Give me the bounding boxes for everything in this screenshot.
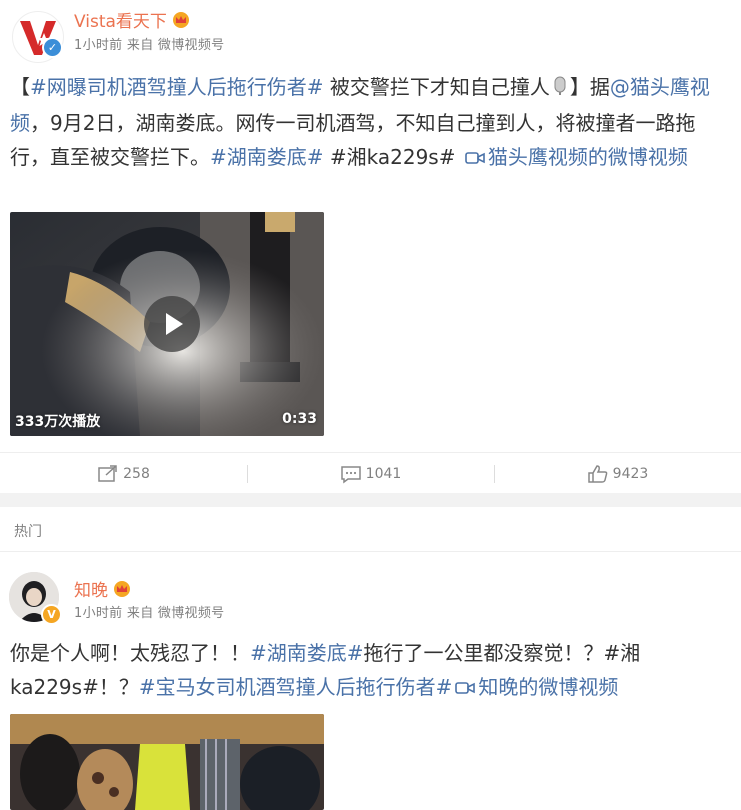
action-bar: 258 1041 9423 <box>0 452 741 494</box>
thumbs-up-icon <box>587 464 608 483</box>
comment-icon <box>340 465 361 483</box>
post-author-name[interactable]: Vista看天下 <box>74 7 191 33</box>
video-thumbnail[interactable]: 333万次播放 0:33 <box>10 212 324 436</box>
post-text: 【#网曝司机酒驾撞人后拖行伤者# 被交警拦下才知自己撞人 】据@猫头鹰视频，9月2… <box>10 70 722 176</box>
hashtag-link[interactable]: #网曝司机酒驾撞人后拖行伤者# <box>30 75 324 99</box>
vip-crown-icon <box>112 580 132 602</box>
verified-badge-icon: V <box>41 604 62 625</box>
video-duration: 0:33 <box>282 411 317 427</box>
post-meta: 1小时前 来自 微博视频号 <box>74 606 225 621</box>
post-text: 你是个人啊！太残忍了！！#湖南娄底#拖行了一公里都没察觉！？#湘ka229s#！… <box>10 636 722 706</box>
video-camera-icon <box>455 672 476 706</box>
weibo-post-1: ✓ Vista看天下 1小时前 来自 微博视频号 【#网曝司机酒驾撞人后拖行伤者… <box>0 0 741 493</box>
weibo-post-2: V 知晚 1小时前 来自 微博视频号 你是个人啊！太残忍了！！#湖南娄底#拖行了… <box>0 552 741 810</box>
video-link[interactable]: 知晚的微博视频 <box>452 675 618 699</box>
verified-badge-icon: ✓ <box>42 37 63 58</box>
hashtag-link[interactable]: #湖南娄底# <box>250 641 364 665</box>
vip-crown-icon <box>171 11 191 33</box>
repost-button[interactable]: 258 <box>0 453 247 494</box>
hashtag-link[interactable]: #宝马女司机酒驾撞人后拖行伤者# <box>139 675 453 699</box>
author-label[interactable]: 知晚 <box>74 581 108 601</box>
video-thumbnail[interactable] <box>10 714 324 810</box>
section-gap <box>0 493 741 507</box>
view-count: 333万次播放 <box>15 414 101 430</box>
microphone-emoji-icon <box>552 72 568 106</box>
video-link[interactable]: 猫头鹰视频的微博视频 <box>462 145 688 169</box>
comment-button[interactable]: 1041 <box>247 453 494 494</box>
hashtag-link[interactable]: #湖南娄底# <box>210 145 324 169</box>
author-label[interactable]: Vista看天下 <box>74 12 167 32</box>
like-button[interactable]: 9423 <box>494 453 741 494</box>
post-author-name[interactable]: 知晚 <box>74 576 132 602</box>
repost-icon <box>98 464 117 482</box>
hot-section-header: 热门 <box>0 507 741 552</box>
video-frame-image <box>10 714 324 810</box>
video-camera-icon <box>465 142 485 176</box>
post-meta: 1小时前 来自 微博视频号 <box>74 38 225 53</box>
play-button[interactable] <box>144 296 200 352</box>
hot-label[interactable]: 热门 <box>14 521 42 541</box>
